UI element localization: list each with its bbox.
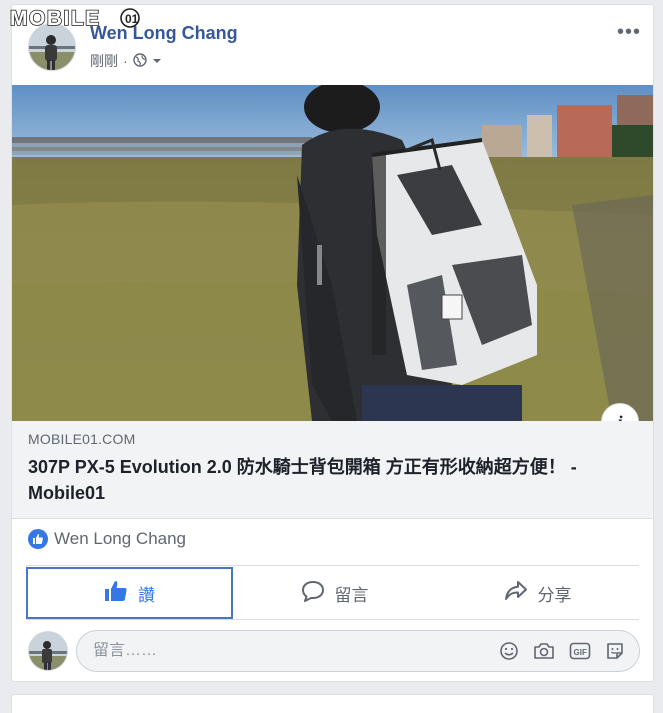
post-timestamp[interactable]: 剛剛	[90, 51, 118, 71]
share-label: 分享	[537, 585, 572, 605]
mobile01-watermark: MOBILE 01	[8, 4, 148, 30]
chevron-down-icon[interactable]	[152, 53, 162, 69]
meta-separator: ·	[123, 53, 128, 69]
globe-icon[interactable]	[132, 52, 147, 70]
comment-input[interactable]	[93, 642, 473, 660]
link-preview-details[interactable]: MOBILE01.COM 307P PX-5 Evolution 2.0 防水騎…	[12, 421, 653, 519]
gif-icon[interactable]: GIF	[569, 641, 591, 666]
link-domain: MOBILE01.COM	[28, 431, 136, 447]
like-label: 讚	[138, 585, 155, 605]
camera-icon[interactable]	[533, 641, 555, 666]
author-avatar[interactable]	[28, 23, 76, 71]
share-icon	[504, 580, 528, 607]
next-post-card	[11, 694, 654, 713]
divider	[26, 565, 639, 566]
svg-text:GIF: GIF	[574, 648, 587, 657]
comment-icon	[301, 580, 325, 607]
news-feed-post: Wen Long Chang 剛剛 · ••• MOBILE01.COM 307…	[11, 4, 654, 682]
post-meta: 剛剛 ·	[90, 51, 162, 71]
sticker-icon[interactable]	[605, 641, 625, 666]
link-title[interactable]: 307P PX-5 Evolution 2.0 防水騎士背包開箱 方正有形收納超…	[28, 454, 637, 506]
viewer-avatar[interactable]	[28, 631, 68, 671]
comment-button[interactable]: 留言	[233, 567, 436, 619]
divider	[26, 619, 639, 620]
share-button[interactable]: 分享	[436, 567, 639, 619]
more-icon[interactable]: •••	[617, 22, 641, 42]
link-preview-image[interactable]	[12, 85, 653, 421]
thumbs-up-icon	[28, 529, 48, 549]
reactor-names[interactable]: Wen Long Chang	[54, 529, 186, 549]
comment-composer: GIF	[12, 627, 653, 677]
reaction-summary[interactable]: Wen Long Chang	[28, 529, 186, 549]
like-button[interactable]: 讚	[26, 567, 233, 619]
emoji-icon[interactable]	[499, 641, 519, 666]
comment-tools: GIF	[499, 641, 625, 666]
svg-text:MOBILE: MOBILE	[10, 7, 101, 30]
thumbs-up-icon	[104, 580, 128, 607]
comment-input-wrapper: GIF	[76, 630, 640, 672]
comment-label: 留言	[334, 585, 369, 605]
svg-text:01: 01	[125, 12, 139, 26]
post-actions-bar: 讚 留言 分享	[26, 567, 639, 619]
